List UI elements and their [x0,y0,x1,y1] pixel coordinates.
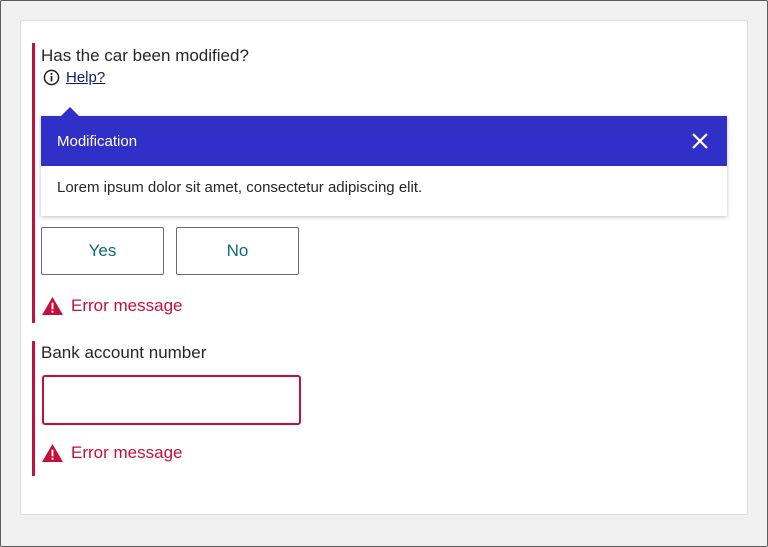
bank-account-input[interactable] [42,375,301,425]
error-text: Error message [71,443,183,462]
info-circle-icon [43,69,60,86]
help-link[interactable]: Help? [66,69,105,86]
close-icon[interactable] [691,132,709,150]
help-popover: Modification Lorem ipsum dolor sit amet,… [41,107,727,216]
form-card: Has the car been modified? Help? Modific… [20,20,748,515]
help-toggle[interactable]: Help? [43,69,105,86]
popover-body-text: Lorem ipsum dolor sit amet, consectetur … [57,179,423,196]
error-message-q2: Error message [41,443,182,463]
question-label-bank-account: Bank account number [41,343,207,362]
error-indicator-bar [32,341,35,476]
error-text: Error message [71,296,183,315]
warning-triangle-icon [42,296,63,316]
popover-header: Modification [41,116,727,166]
error-message-q1: Error message [41,296,182,316]
yes-button[interactable]: Yes [41,227,164,275]
no-button[interactable]: No [176,227,299,275]
warning-triangle-icon [42,443,63,463]
error-indicator-bar [32,43,35,323]
question-label-car-modified: Has the car been modified? [41,46,249,65]
popover-title: Modification [57,132,138,150]
popover-arrow [61,107,79,116]
